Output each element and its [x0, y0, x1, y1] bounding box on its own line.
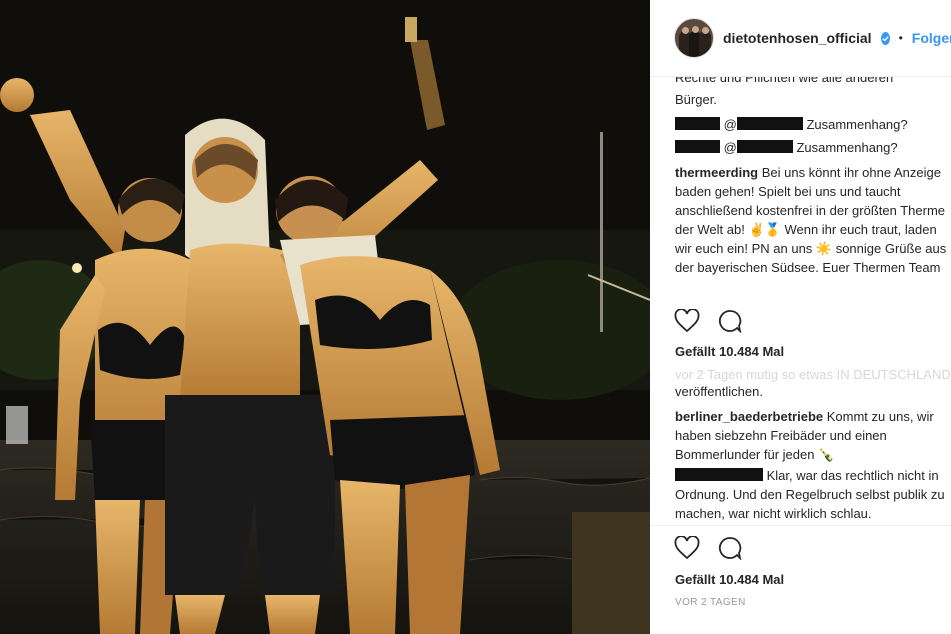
comments-section-mid: vor 2 Tagen mutig so etwas IN DEUTSCHLAN…: [675, 360, 951, 538]
redacted-username: [675, 117, 720, 130]
comment-text: Bei uns könnt ihr ohne Anzeige baden geh…: [675, 165, 947, 275]
likes-count[interactable]: Gefällt 10.484 Mal: [675, 344, 784, 359]
comments-section-top: Rechte und Pflichten wie alle anderen Bü…: [675, 77, 951, 301]
redacted-mention: [736, 140, 793, 153]
mention-at: @: [723, 117, 737, 132]
reply-comment-2: @ Zusammenhang?: [675, 138, 898, 157]
reply-comment-1: @ Zusammenhang?: [675, 115, 908, 134]
redacted-username: [675, 140, 720, 153]
comment-baederbetriebe: berliner_baederbetriebe Kommt zu uns, wi…: [675, 407, 947, 464]
comment-username[interactable]: berliner_baederbetriebe: [675, 409, 823, 424]
follow-button[interactable]: Folgen: [912, 30, 951, 46]
comment-thermeerding: thermeerding Bei uns könnt ihr ohne Anze…: [675, 163, 947, 277]
comment-text-line: veröffentlichen.: [675, 384, 763, 399]
mention-at: @: [723, 140, 737, 155]
reply-text: Zusammenhang?: [806, 117, 908, 132]
verified-badge-icon: [880, 31, 890, 45]
reply-text: Zusammenhang?: [796, 140, 898, 155]
photo-illustration: [0, 0, 650, 634]
comment-username[interactable]: thermeerding: [675, 165, 758, 180]
comment-icon[interactable]: [718, 536, 742, 565]
comment-cut-line: Rechte und Pflichten wie alle anderen: [675, 77, 894, 85]
avatar[interactable]: [674, 18, 714, 58]
comment-text-line: Bürger.: [675, 92, 717, 107]
username[interactable]: dietotenhosen_official: [723, 30, 872, 46]
comment-icon[interactable]: [718, 309, 742, 338]
post-header: dietotenhosen_official • Folgen: [650, 0, 951, 77]
redacted-username: [675, 468, 763, 481]
divider: [650, 525, 951, 526]
heart-icon[interactable]: [674, 307, 700, 338]
action-bar-2: [674, 534, 742, 565]
post-timestamp[interactable]: VOR 2 TAGEN: [675, 597, 746, 608]
heart-icon[interactable]: [674, 534, 700, 565]
comment-anonymous: Klar, war das rechtlich nicht in Ordnung…: [675, 466, 947, 523]
action-bar-1: [674, 307, 742, 338]
separator-dot: •: [898, 31, 903, 45]
post-photo[interactable]: [0, 0, 650, 634]
likes-count[interactable]: Gefällt 10.484 Mal: [675, 572, 784, 587]
redacted-mention: [736, 117, 803, 130]
